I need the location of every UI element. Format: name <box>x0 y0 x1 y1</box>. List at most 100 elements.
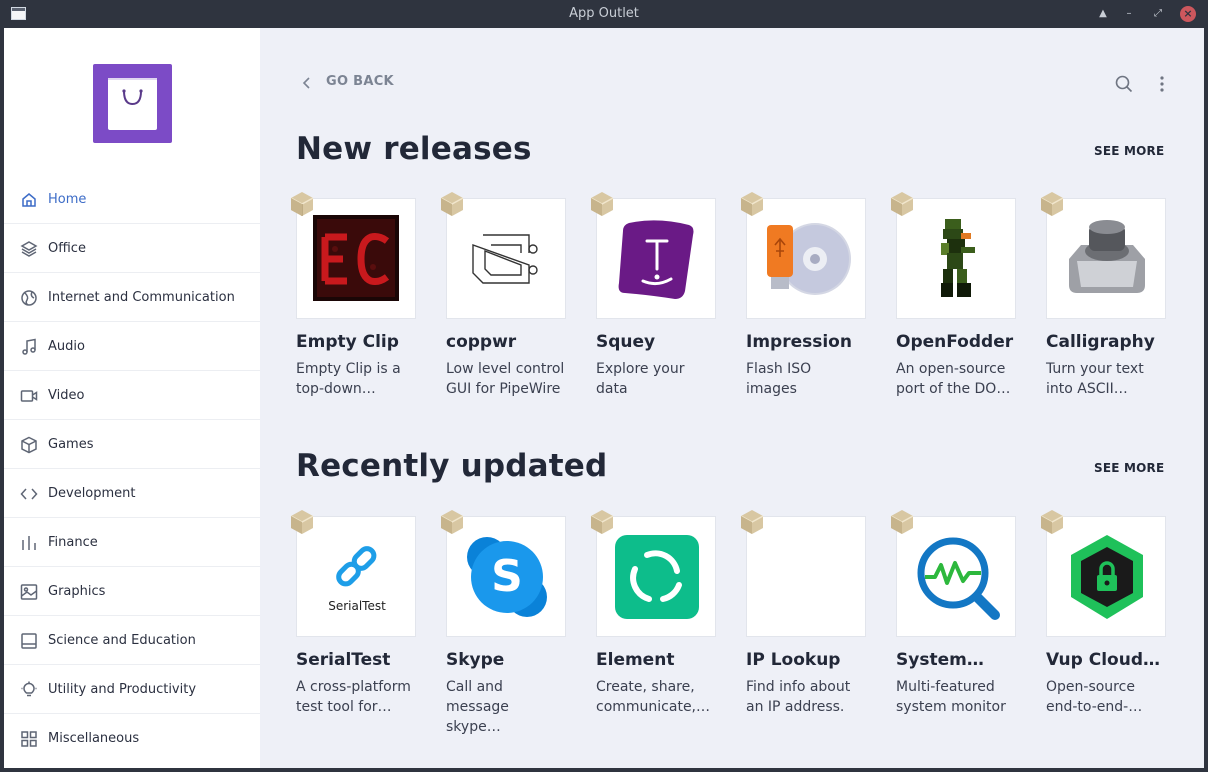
sidebar-item-video[interactable]: Video <box>4 371 260 420</box>
app-thumbnail: S <box>446 516 566 637</box>
main-content: GO BACK New releases SEE MORE Empty Clip… <box>260 28 1204 768</box>
video-camera-icon <box>20 387 38 405</box>
package-badge-icon <box>590 191 614 217</box>
lightbulb-icon <box>20 681 38 699</box>
section-title-new-releases: New releases <box>296 131 532 167</box>
app-description: An open-source port of the DO… <box>896 361 1011 397</box>
app-card[interactable]: Calligraphy Turn your text into ASCII… <box>1040 192 1166 402</box>
go-back-label: GO BACK <box>326 74 394 89</box>
image-icon <box>20 583 38 601</box>
package-badge-icon <box>890 191 914 217</box>
ip-lookup-icon <box>763 533 851 621</box>
sidebar-item-utility[interactable]: Utility and Productivity <box>4 665 260 714</box>
music-note-icon <box>20 338 38 356</box>
app-card[interactable]: coppwr Low level control GUI for PipeWir… <box>440 192 566 402</box>
minimize-button[interactable]: – <box>1121 6 1137 22</box>
sidebar-item-office[interactable]: Office <box>4 224 260 273</box>
shade-button[interactable]: ▲ <box>1095 6 1111 22</box>
package-badge-icon <box>1040 191 1064 217</box>
app-description: Open-source end-to-end-… <box>1046 679 1143 715</box>
app-card[interactable]: Empty Clip Empty Clip is a top-down… <box>290 192 416 402</box>
cube-icon <box>20 436 38 454</box>
sidebar-item-label: Finance <box>48 534 98 550</box>
app-name: Empty Clip <box>296 332 399 352</box>
skype-icon-letter: S <box>491 551 523 602</box>
category-nav: Home Office Internet and Communication A… <box>4 175 260 763</box>
package-badge-icon <box>740 191 764 217</box>
see-more-new-releases[interactable]: SEE MORE <box>1094 144 1164 158</box>
sidebar-item-games[interactable]: Games <box>4 420 260 469</box>
sidebar-item-label: Science and Education <box>48 632 196 648</box>
more-options-icon[interactable] <box>1158 75 1166 93</box>
sidebar-item-finance[interactable]: Finance <box>4 518 260 567</box>
element-icon <box>613 533 701 621</box>
maximize-button[interactable]: ⤢ <box>1150 6 1166 22</box>
app-card[interactable]: Vup Cloud… Open-source end-to-end-… <box>1040 510 1166 720</box>
sidebar-item-development[interactable]: Development <box>4 469 260 518</box>
sidebar-item-label: Miscellaneous <box>48 731 140 746</box>
sidebar-item-label: Development <box>48 485 136 501</box>
app-description: Find info about an IP address. <box>746 679 851 715</box>
vup-cloud-icon <box>1063 533 1151 621</box>
app-thumbnail <box>746 198 866 319</box>
sidebar-item-label: Graphics <box>48 583 106 599</box>
app-description: Turn your text into ASCII… <box>1046 361 1144 397</box>
empty-clip-icon <box>313 215 399 301</box>
app-thumbnail <box>446 198 566 319</box>
close-button[interactable]: × <box>1180 6 1196 22</box>
package-badge-icon <box>290 509 314 535</box>
package-badge-icon <box>740 509 764 535</box>
title-bar: App Outlet ▲ – ⤢ × <box>0 0 1208 28</box>
sidebar-item-internet[interactable]: Internet and Communication <box>4 273 260 322</box>
search-icon[interactable] <box>1115 75 1133 93</box>
app-card[interactable]: System… Multi-featured system monitor <box>890 510 1016 720</box>
impression-icon <box>763 215 851 303</box>
serialtest-icon-text: SerialTest <box>328 599 386 613</box>
app-thumbnail <box>1046 198 1166 319</box>
sidebar-item-audio[interactable]: Audio <box>4 322 260 371</box>
package-badge-icon <box>890 509 914 535</box>
app-card[interactable]: S Skype Call and message skype… <box>440 510 566 735</box>
window-title: App Outlet <box>569 6 639 21</box>
app-card[interactable]: Impression Flash ISO images <box>740 192 866 402</box>
book-icon <box>20 632 38 650</box>
app-thumbnail <box>896 198 1016 319</box>
sidebar-item-home[interactable]: Home <box>4 175 260 224</box>
app-card[interactable]: Squey Explore your data <box>590 192 716 402</box>
app-thumbnail <box>296 198 416 319</box>
app-description: A cross-platform test tool for… <box>296 679 411 715</box>
sidebar-item-science[interactable]: Science and Education <box>4 616 260 665</box>
app-description: Call and message skype… <box>446 679 509 735</box>
calligraphy-icon <box>1063 215 1151 303</box>
app-name: SerialTest <box>296 650 391 670</box>
app-description: Flash ISO images <box>746 361 812 397</box>
package-badge-icon <box>440 509 464 535</box>
grid-icon <box>20 730 38 748</box>
sidebar-item-label: Office <box>48 240 86 256</box>
app-card[interactable]: OpenFodder An open-source port of the DO… <box>890 192 1016 402</box>
sidebar-item-graphics[interactable]: Graphics <box>4 567 260 616</box>
app-name: Squey <box>596 332 656 352</box>
app-card[interactable]: Element Create, share, communicate,… <box>590 510 716 720</box>
serialtest-icon: SerialTest <box>313 533 401 621</box>
globe-icon <box>20 289 38 307</box>
section-title-recently-updated: Recently updated <box>296 448 608 484</box>
go-back-button[interactable]: GO BACK <box>300 74 394 89</box>
sidebar-item-misc[interactable]: Miscellaneous <box>4 714 260 763</box>
app-name: Skype <box>446 650 505 670</box>
see-more-recently-updated[interactable]: SEE MORE <box>1094 461 1164 475</box>
app-description: Create, share, communicate,… <box>596 679 711 715</box>
home-icon <box>20 191 38 209</box>
app-name: OpenFodder <box>896 332 1014 352</box>
package-badge-icon <box>590 509 614 535</box>
app-name: Impression <box>746 332 852 352</box>
sidebar-item-label: Home <box>48 191 87 207</box>
shopping-bag-icon <box>108 78 157 130</box>
app-thumbnail <box>596 198 716 319</box>
app-thumbnail: SerialTest <box>296 516 416 637</box>
coppwr-icon <box>463 215 551 303</box>
app-card[interactable]: SerialTest SerialTest A cross-platform t… <box>290 510 416 720</box>
app-card[interactable]: IP Lookup Find info about an IP address. <box>740 510 866 720</box>
chevron-left-icon <box>300 75 314 89</box>
sidebar: Home Office Internet and Communication A… <box>4 28 260 768</box>
